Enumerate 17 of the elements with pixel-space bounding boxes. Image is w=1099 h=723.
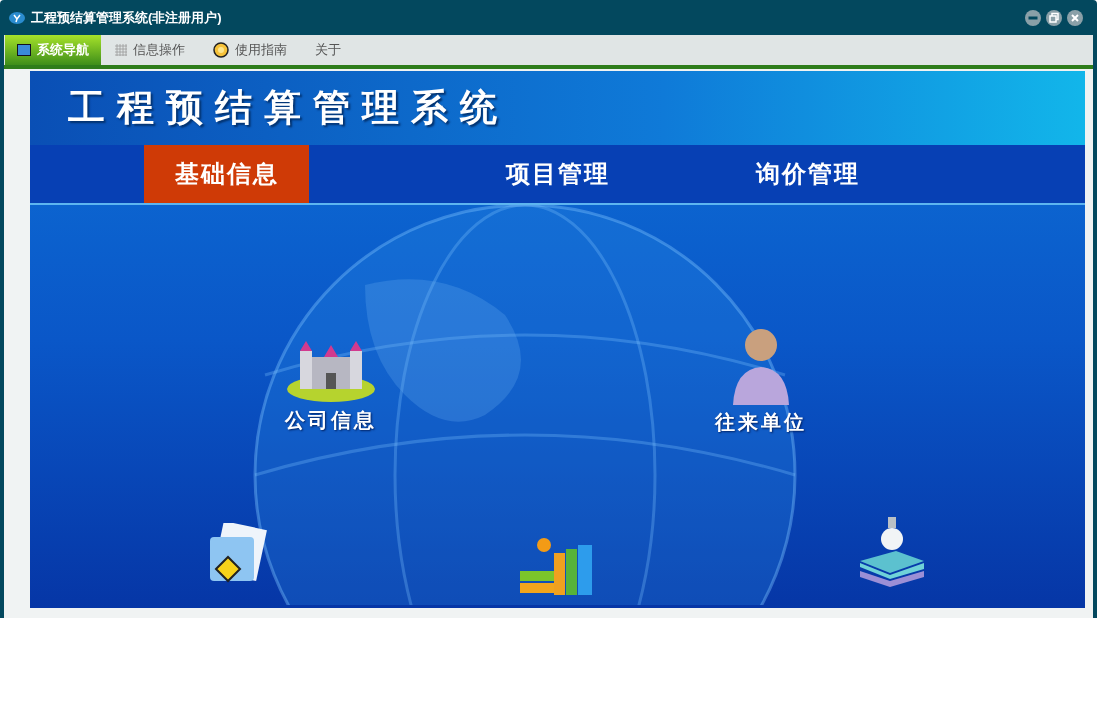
menu-tab[interactable]: 使用指南 bbox=[199, 35, 301, 65]
restore-icon[interactable] bbox=[1046, 9, 1062, 26]
grid-icon bbox=[115, 44, 127, 56]
minimize-icon[interactable] bbox=[1025, 9, 1041, 26]
help-icon bbox=[213, 42, 229, 58]
menu-tab[interactable]: 关于 bbox=[301, 35, 355, 65]
app-logo-icon bbox=[9, 10, 25, 25]
nav-tab[interactable]: 项目管理 bbox=[393, 145, 723, 203]
module-button[interactable]: 公司信息 bbox=[285, 335, 377, 435]
close-icon[interactable] bbox=[1067, 9, 1083, 26]
monitor-icon bbox=[17, 44, 31, 56]
menu-tab[interactable]: 信息操作 bbox=[101, 35, 199, 65]
nav-tab[interactable]: 基础信息 bbox=[144, 145, 309, 203]
nav-tab[interactable]: 询价管理 bbox=[723, 145, 893, 203]
system-title: 工程预结算管理系统 bbox=[68, 86, 509, 131]
module-button[interactable]: 往来单位 bbox=[715, 325, 807, 437]
window-title: 工程预结算管理系统(非注册用户) bbox=[31, 8, 222, 27]
